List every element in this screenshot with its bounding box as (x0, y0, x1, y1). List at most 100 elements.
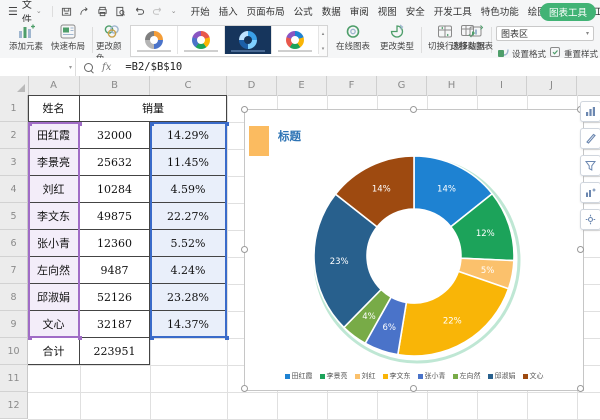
redo-icon[interactable] (152, 6, 164, 17)
selection-handle[interactable] (410, 106, 417, 113)
cell-value-6[interactable]: 12360 (80, 230, 150, 257)
gallery-scroll[interactable]: ▴▾ (319, 25, 328, 57)
cell-name-5[interactable]: 李文东 (28, 203, 80, 230)
chart-title[interactable]: 标题 (278, 128, 301, 144)
cell-a1-name-header[interactable]: 姓名 (28, 95, 80, 122)
cell-pct-4[interactable]: 4.59% (150, 176, 227, 203)
cell-total-value[interactable]: 223951 (80, 338, 150, 365)
chart-style-thumb-3[interactable] (225, 26, 272, 54)
cell-total-label[interactable]: 合计 (28, 338, 80, 365)
chart-title-group[interactable]: 标题 (249, 126, 301, 156)
column-header-A[interactable]: A (28, 76, 80, 95)
move-chart-button[interactable]: 移动图表 (458, 24, 494, 52)
main-menu-icon[interactable]: ☰ (8, 5, 18, 18)
cell-name-7[interactable]: 左向然 (28, 257, 80, 284)
cell-pct-7[interactable]: 4.24% (150, 257, 227, 284)
undo-icon[interactable] (133, 6, 145, 17)
column-header-J[interactable]: J (527, 76, 577, 95)
add-element-button[interactable]: 添加元素 (6, 24, 46, 52)
save-icon[interactable] (61, 6, 72, 17)
cell-name-3[interactable]: 李景亮 (28, 149, 80, 176)
selection-handle[interactable] (410, 385, 417, 392)
row-header-2[interactable]: 2 (0, 122, 28, 149)
legend-item-李景亮[interactable]: 李景亮 (320, 371, 348, 381)
fx-icon[interactable]: fx (102, 62, 111, 73)
cell-name-2[interactable]: 田红霞 (28, 122, 80, 149)
formula-input[interactable]: =B2/$B$10 (125, 61, 182, 73)
zoom-search-icon[interactable] (84, 63, 93, 72)
legend-item-李文东[interactable]: 李文东 (383, 371, 411, 381)
row-header-11[interactable]: 11 (0, 365, 28, 392)
selection-handle[interactable] (577, 246, 584, 253)
cell-value-3[interactable]: 25632 (80, 149, 150, 176)
quick-layout-button[interactable]: 快速布局 (48, 24, 88, 52)
row-header-1[interactable]: 1 (0, 95, 28, 122)
selection-handle[interactable] (241, 106, 248, 113)
tab-公式[interactable]: 公式 (294, 4, 313, 18)
column-header-B[interactable]: B (80, 76, 150, 95)
cell-pct-5[interactable]: 22.27% (150, 203, 227, 230)
cell-pct-8[interactable]: 23.28% (150, 284, 227, 311)
export-icon[interactable] (79, 6, 90, 17)
tab-特色功能[interactable]: 特色功能 (481, 4, 519, 18)
chart-style-thumb-1[interactable] (131, 26, 178, 54)
cell-name-6[interactable]: 张小青 (28, 230, 80, 257)
legend-item-张小青[interactable]: 张小青 (418, 371, 446, 381)
chart-style-button[interactable] (580, 128, 600, 149)
qat-caret-icon[interactable]: ⌄ (171, 7, 177, 15)
tab-视图[interactable]: 视图 (378, 4, 397, 18)
chart-style-thumb-4[interactable] (272, 26, 319, 54)
gallery-down-icon[interactable]: ▾ (322, 46, 325, 52)
cell-value-8[interactable]: 52126 (80, 284, 150, 311)
row-header-10[interactable]: 10 (0, 338, 28, 365)
cell-value-2[interactable]: 32000 (80, 122, 150, 149)
cell-value-4[interactable]: 10284 (80, 176, 150, 203)
legend-item-刘红[interactable]: 刘红 (355, 371, 376, 381)
chart-legend[interactable]: 田红霞李景亮刘红李文东张小青左向然邱淑娟文心 (245, 371, 583, 381)
cell-pct-3[interactable]: 11.45% (150, 149, 227, 176)
chart-settings-button[interactable] (580, 209, 600, 230)
cell-value-5[interactable]: 49875 (80, 203, 150, 230)
row-header-9[interactable]: 9 (0, 311, 28, 338)
tab-审阅[interactable]: 审阅 (350, 4, 369, 18)
column-header-I[interactable]: I (477, 76, 527, 95)
file-menu-caret-icon[interactable]: ⌄ (36, 7, 42, 15)
legend-item-文心[interactable]: 文心 (523, 371, 544, 381)
tab-插入[interactable]: 插入 (219, 4, 238, 18)
chart-elements-button[interactable] (580, 101, 600, 122)
change-type-button[interactable]: 更改类型 (377, 24, 417, 52)
cell-pct-6[interactable]: 5.52% (150, 230, 227, 257)
row-header-4[interactable]: 4 (0, 176, 28, 203)
row-header-3[interactable]: 3 (0, 149, 28, 176)
row-header-6[interactable]: 6 (0, 230, 28, 257)
cell-name-4[interactable]: 刘红 (28, 176, 80, 203)
cell-b1-sales-header[interactable]: 销量 (80, 95, 227, 122)
tab-chart-tools[interactable]: 图表工具 (540, 3, 596, 21)
chart-style-thumb-2[interactable] (178, 26, 225, 54)
column-header-G[interactable]: G (377, 76, 427, 95)
chart-data-button[interactable] (580, 182, 600, 203)
legend-item-田红霞[interactable]: 田红霞 (285, 371, 313, 381)
print-preview-icon[interactable] (115, 6, 126, 17)
chart-element-selector[interactable]: 图表区 ▾ (496, 26, 594, 41)
row-header-5[interactable]: 5 (0, 203, 28, 230)
row-header-12[interactable]: 12 (0, 392, 28, 419)
selection-handle[interactable] (241, 385, 248, 392)
chart-style-gallery[interactable] (130, 25, 320, 57)
cell-value-7[interactable]: 9487 (80, 257, 150, 284)
tab-安全[interactable]: 安全 (406, 4, 425, 18)
gallery-up-icon[interactable]: ▴ (322, 31, 325, 37)
legend-item-邱淑娟[interactable]: 邱淑娟 (488, 371, 516, 381)
column-header-E[interactable]: E (277, 76, 327, 95)
cell-pct-9[interactable]: 14.37% (150, 311, 227, 338)
column-header-F[interactable]: F (327, 76, 377, 95)
donut-chart-object[interactable]: 14%12%5%22%6%4%23%14% 标题 田红霞李景亮刘红李文东张小青左… (244, 109, 584, 391)
online-charts-button[interactable]: 在线图表 (333, 24, 373, 52)
chart-filter-button[interactable] (580, 155, 600, 176)
select-all-corner[interactable] (0, 76, 29, 95)
cell-name-9[interactable]: 文心 (28, 311, 80, 338)
row-header-8[interactable]: 8 (0, 284, 28, 311)
donut-segment-李文东[interactable] (398, 271, 509, 356)
cell-pct-2[interactable]: 14.29% (150, 122, 227, 149)
name-box[interactable]: ▾ (0, 58, 76, 76)
